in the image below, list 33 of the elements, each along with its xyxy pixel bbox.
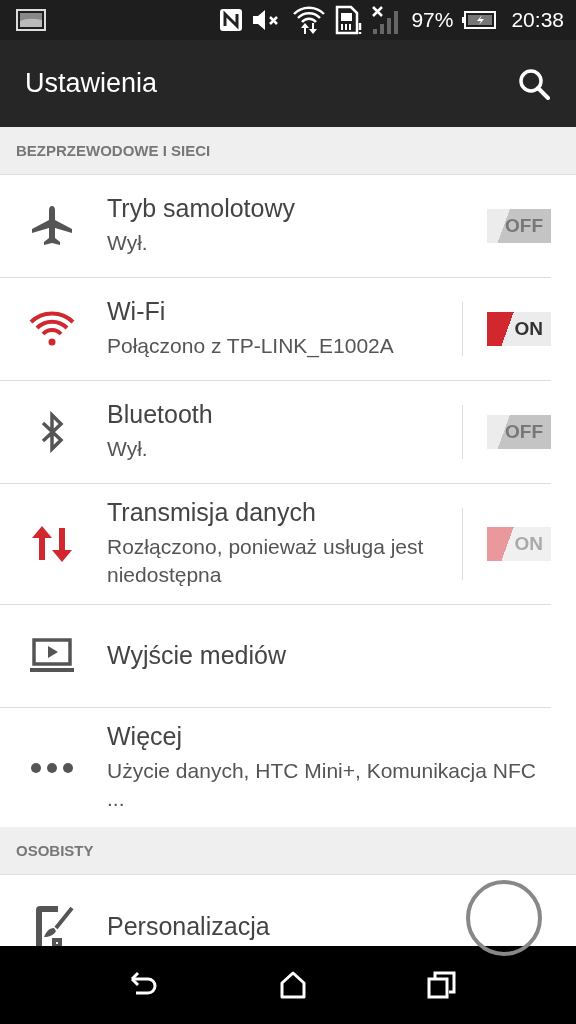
section-header: BEZPRZEWODOWE I SIECI <box>0 127 576 175</box>
toggle-switch[interactable]: ON <box>487 312 551 346</box>
item-subtitle: Wył. <box>107 230 149 257</box>
item-title: Wi-Fi <box>107 297 167 327</box>
item-subtitle: Połączono z TP-LINK_E1002A <box>107 333 395 360</box>
image-icon <box>16 9 46 31</box>
settings-item[interactable]: Wi-Fi Połączono z TP-LINK_E1002A ON <box>0 278 551 381</box>
battery-charging-icon <box>461 10 498 30</box>
dots-icon <box>28 761 76 774</box>
battery-percent: 97% <box>411 8 454 32</box>
item-title: Bluetooth <box>107 400 214 430</box>
ring-icon <box>466 880 542 956</box>
item-title: Transmisja danych <box>107 498 317 527</box>
settings-item[interactable]: Personalizacja <box>0 875 551 946</box>
sim-card-icon <box>335 5 364 35</box>
settings-item[interactable]: Bluetooth Wył. OFF <box>0 381 551 484</box>
item-title: Wyjście mediów <box>107 641 287 671</box>
item-title: Więcej <box>107 721 183 751</box>
wifi-data-icon <box>291 5 328 35</box>
recents-icon[interactable] <box>425 969 458 1001</box>
item-subtitle: Wył. <box>107 436 149 463</box>
item-subtitle: Rozłączono, ponieważ usługa jest niedostępna <box>107 534 425 589</box>
settings-item[interactable]: Wyjście mediów <box>0 604 551 708</box>
nfc-icon <box>219 8 244 32</box>
item-subtitle: Użycie danych, HTC Mini+, Komunikacja NFC ... <box>107 757 537 813</box>
screen-title: Ustawienia <box>25 68 158 99</box>
clock: 20:38 <box>511 8 564 32</box>
item-title: Tryb samolotowy <box>107 194 296 224</box>
settings-item[interactable]: Tryb samolotowy Wył. OFF <box>0 175 551 278</box>
section-header: OSOBISTY <box>0 827 576 876</box>
search-icon[interactable] <box>518 67 550 100</box>
settings-item[interactable]: Więcej Użycie danych, HTC Mini+, Komunikacja NFC ... <box>0 707 551 828</box>
item-title: Personalizacja <box>107 911 271 941</box>
